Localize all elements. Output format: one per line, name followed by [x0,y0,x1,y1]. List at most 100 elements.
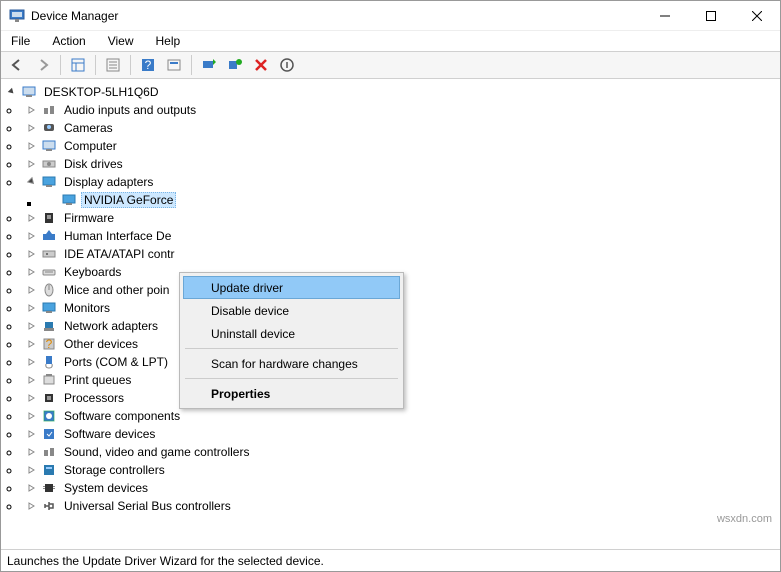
maximize-button[interactable] [688,1,734,31]
toolbar: ? [1,51,780,79]
category-label: Audio inputs and outputs [61,102,199,118]
close-button[interactable] [734,1,780,31]
tree-category[interactable]: System devices [21,479,780,497]
category-icon [41,102,57,118]
category-label: Monitors [61,300,113,316]
expand-icon[interactable] [25,319,39,333]
tree-category[interactable]: Universal Serial Bus controllers [21,497,780,515]
expand-icon[interactable] [25,463,39,477]
tree-category[interactable]: Firmware [21,209,780,227]
device-tree[interactable]: DESKTOP-5LH1Q6D Audio inputs and outputs… [1,79,780,549]
expand-icon[interactable] [25,499,39,513]
category-icon [41,120,57,136]
uninstall-button[interactable] [249,54,273,76]
computer-icon [21,84,37,100]
category-label: Cameras [61,120,116,136]
expand-icon[interactable] [25,229,39,243]
context-separator [185,378,398,379]
svg-text:?: ? [145,58,152,72]
context-scan-hardware[interactable]: Scan for hardware changes [183,352,400,375]
tree-category[interactable]: Audio inputs and outputs [21,101,780,119]
action-button[interactable] [162,54,186,76]
expand-spacer [45,193,59,207]
expand-icon[interactable] [25,355,39,369]
category-label: Sound, video and game controllers [61,444,252,460]
context-properties[interactable]: Properties [183,382,400,405]
tree-category[interactable]: Storage controllers [21,461,780,479]
tree-category[interactable]: IDE ATA/ATAPI contr [21,245,780,263]
category-label: Universal Serial Bus controllers [61,498,234,514]
category-icon [41,246,57,262]
tree-device[interactable]: NVIDIA GeForce [41,191,780,209]
show-hide-tree-button[interactable] [66,54,90,76]
disable-button[interactable] [275,54,299,76]
device-manager-icon [9,8,25,24]
tree-category[interactable]: Cameras [21,119,780,137]
tree-category[interactable]: Software components [21,407,780,425]
back-button[interactable] [5,54,29,76]
category-label: Print queues [61,372,134,388]
category-label: Display adapters [61,174,156,190]
category-icon [41,444,57,460]
context-disable-device[interactable]: Disable device [183,299,400,322]
category-icon [41,372,57,388]
expand-icon[interactable] [25,337,39,351]
menu-view[interactable]: View [104,32,138,50]
expand-icon[interactable] [25,157,39,171]
expand-icon[interactable] [25,373,39,387]
category-label: Human Interface De [61,228,174,244]
category-icon [41,408,57,424]
expand-icon[interactable] [25,175,39,189]
category-icon [41,264,57,280]
category-label: Processors [61,390,127,406]
expand-icon[interactable] [25,265,39,279]
menu-help[interactable]: Help [152,32,185,50]
expand-icon[interactable] [25,121,39,135]
status-bar: Launches the Update Driver Wizard for th… [1,549,780,571]
expand-icon[interactable] [25,211,39,225]
menu-action[interactable]: Action [48,32,89,50]
expand-icon[interactable] [25,283,39,297]
category-label: Firmware [61,210,117,226]
expand-icon[interactable] [25,391,39,405]
forward-button[interactable] [31,54,55,76]
expand-icon[interactable] [25,481,39,495]
tree-category[interactable]: Display adapters [21,173,780,191]
category-icon [41,138,57,154]
title-bar: Device Manager [1,1,780,31]
category-label: IDE ATA/ATAPI contr [61,246,177,262]
window-title: Device Manager [31,9,642,23]
tree-category[interactable]: Sound, video and game controllers [21,443,780,461]
category-label: Other devices [61,336,141,352]
update-driver-button[interactable] [197,54,221,76]
tree-root[interactable]: DESKTOP-5LH1Q6D [1,83,780,101]
category-icon [41,498,57,514]
expand-icon[interactable] [25,409,39,423]
context-update-driver[interactable]: Update driver [183,276,400,299]
expand-icon[interactable] [25,247,39,261]
tree-category[interactable]: Computer [21,137,780,155]
category-icon [41,462,57,478]
svg-text:?: ? [46,337,53,351]
help-button[interactable]: ? [136,54,160,76]
tree-category[interactable]: Disk drives [21,155,780,173]
expand-icon[interactable] [25,445,39,459]
category-icon [41,300,57,316]
tree-root-label: DESKTOP-5LH1Q6D [41,84,162,100]
expand-icon[interactable] [25,301,39,315]
category-label: Software devices [61,426,158,442]
tree-category[interactable]: Software devices [21,425,780,443]
category-icon [41,390,57,406]
expand-icon[interactable] [25,103,39,117]
expand-icon[interactable] [25,427,39,441]
expand-icon[interactable] [5,85,19,99]
properties-button[interactable] [101,54,125,76]
tree-category[interactable]: Human Interface De [21,227,780,245]
category-icon [41,480,57,496]
category-icon [41,156,57,172]
menu-file[interactable]: File [7,32,34,50]
context-uninstall-device[interactable]: Uninstall device [183,322,400,345]
scan-hardware-button[interactable] [223,54,247,76]
expand-icon[interactable] [25,139,39,153]
minimize-button[interactable] [642,1,688,31]
